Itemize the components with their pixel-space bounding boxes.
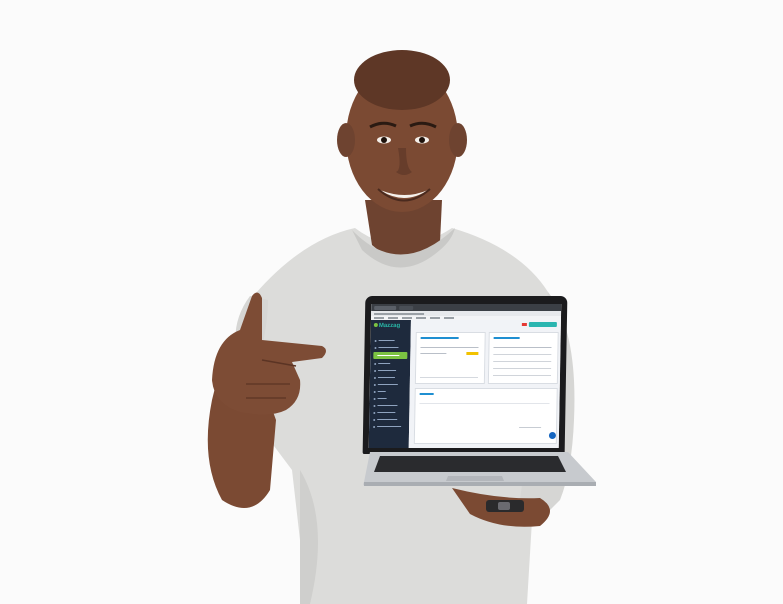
status-badge [466, 352, 479, 355]
dashboard-card [413, 388, 558, 444]
sidebar-item [370, 344, 410, 351]
laptop-base [363, 452, 596, 486]
laptop: Mazzag [362, 296, 598, 496]
sidebar-nav [369, 337, 411, 430]
browser-tab [399, 305, 414, 310]
sidebar-item [370, 374, 410, 381]
photo-scene: Mazzag [0, 0, 783, 604]
sidebar-item [369, 416, 409, 423]
dashboard-card [487, 332, 559, 384]
dashboard-card [414, 332, 486, 384]
app-sidebar: Mazzag [368, 320, 411, 448]
notification-icon [521, 323, 527, 326]
keyboard [374, 456, 566, 472]
web-app: Mazzag [368, 320, 561, 448]
sidebar-item [369, 423, 409, 430]
header-button [528, 322, 557, 327]
sidebar-item [370, 367, 410, 374]
sidebar-item-active [373, 352, 408, 359]
sidebar-item [369, 409, 409, 416]
app-main [408, 320, 561, 448]
browser-tab-strip [371, 304, 562, 311]
sidebar-item [371, 337, 411, 344]
browser-tab [374, 305, 397, 310]
laptop-screen: Mazzag [368, 304, 562, 448]
laptop-lid: Mazzag [362, 296, 568, 454]
app-logo: Mazzag [373, 323, 400, 329]
sidebar-item [370, 395, 410, 402]
map-pin-icon [373, 323, 378, 328]
sidebar-item [370, 388, 410, 395]
sidebar-item [370, 360, 410, 367]
sidebar-item [369, 402, 409, 409]
sidebar-item [370, 381, 410, 388]
